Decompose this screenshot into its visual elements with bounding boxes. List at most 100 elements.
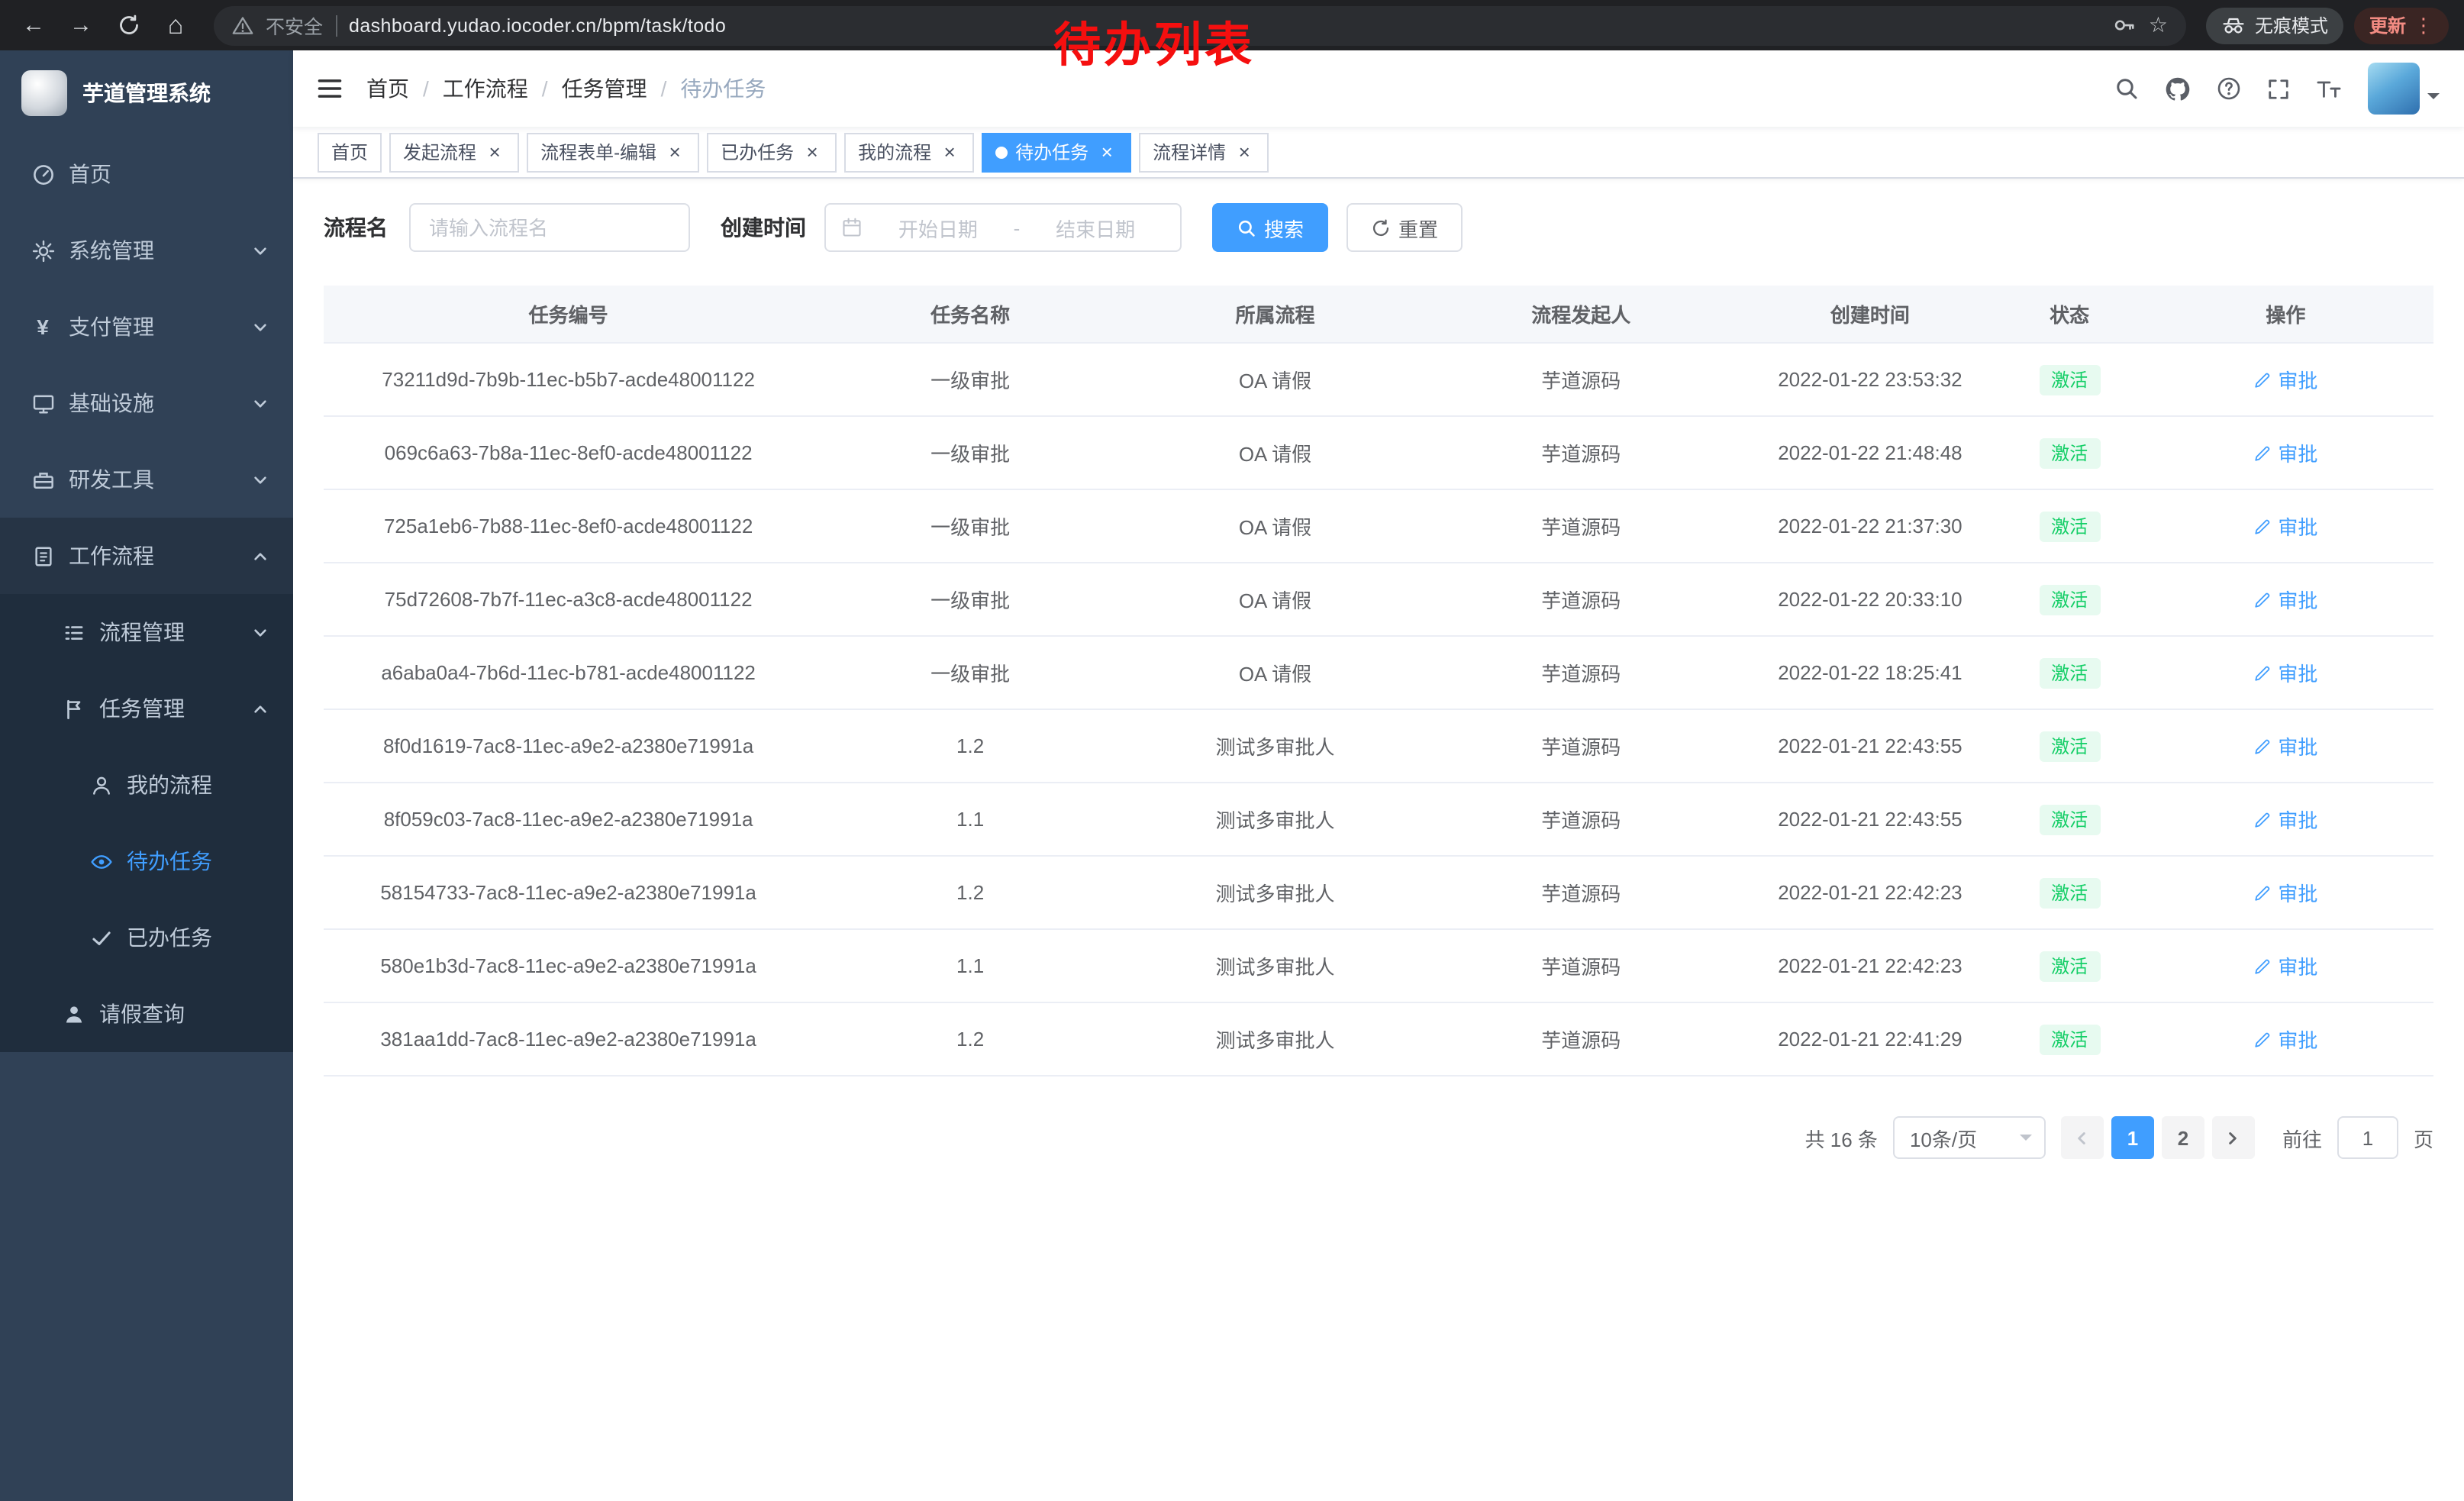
approve-link[interactable]: 审批	[2253, 512, 2317, 541]
approve-link[interactable]: 审批	[2253, 438, 2317, 467]
start-date-placeholder[interactable]: 开始日期	[869, 213, 1008, 242]
search-icon[interactable]	[2114, 76, 2139, 101]
approve-link[interactable]: 审批	[2253, 658, 2317, 687]
search-button-label: 搜索	[1264, 213, 1304, 242]
sidebar-item-payment-mgmt[interactable]: ¥支付管理	[0, 289, 293, 365]
end-date-placeholder[interactable]: 结束日期	[1026, 213, 1165, 242]
close-icon[interactable]: ×	[1096, 141, 1118, 163]
cell-status: 激活	[2001, 951, 2138, 981]
page-button-1[interactable]: 1	[2111, 1116, 2154, 1159]
sidebar-item-dev-tools[interactable]: 研发工具	[0, 441, 293, 518]
sidebar-item-home[interactable]: 首页	[0, 136, 293, 212]
goto-page-input[interactable]	[2337, 1116, 2398, 1159]
sidebar-item-process-mgmt[interactable]: 流程管理	[0, 594, 293, 670]
back-icon[interactable]: ←	[15, 7, 52, 44]
sidebar-item-done-task[interactable]: 已办任务	[0, 899, 293, 976]
fullscreen-icon[interactable]	[2267, 77, 2290, 100]
security-label: 不安全	[266, 11, 323, 40]
refresh-icon[interactable]	[110, 7, 147, 44]
cell-initiator: 芋道源码	[1423, 438, 1740, 467]
tab-2[interactable]: 流程表单-编辑 ×	[527, 132, 699, 172]
breadcrumb-separator: /	[423, 76, 429, 101]
sidebar-item-workflow[interactable]: 工作流程	[0, 518, 293, 594]
tab-3[interactable]: 已办任务×	[707, 132, 837, 172]
incognito-label: 无痕模式	[2255, 12, 2328, 38]
incognito-badge: 无痕模式	[2206, 7, 2343, 44]
cell-task-name: 1.1	[813, 954, 1127, 977]
search-button[interactable]: 搜索	[1212, 203, 1328, 252]
github-icon[interactable]	[2165, 76, 2191, 102]
tab-0[interactable]: 首页	[318, 132, 382, 172]
create-time-label: 创建时间	[721, 212, 806, 243]
tab-6[interactable]: 流程详情×	[1139, 132, 1269, 172]
update-button[interactable]: 更新 ⋮	[2354, 7, 2449, 44]
star-icon[interactable]: ☆	[2149, 12, 2168, 38]
cell-task-name: 1.1	[813, 808, 1127, 831]
help-icon[interactable]	[2217, 76, 2241, 101]
sidebar-item-infrastructure[interactable]: 基础设施	[0, 365, 293, 441]
date-range-picker[interactable]: 开始日期 - 结束日期	[824, 203, 1182, 252]
key-icon[interactable]	[2114, 14, 2137, 37]
menu-dots-icon[interactable]: ⋮	[2414, 13, 2433, 37]
sidebar-item-todo-task[interactable]: 待办任务	[0, 823, 293, 899]
edit-icon	[2253, 883, 2272, 902]
approve-link[interactable]: 审批	[2253, 365, 2317, 394]
breadcrumb-item[interactable]: 首页	[366, 73, 409, 104]
edit-icon	[2253, 370, 2272, 389]
tab-label: 流程表单-编辑	[540, 139, 656, 165]
sidebar-item-leave-query[interactable]: 请假查询	[0, 976, 293, 1052]
tab-1[interactable]: 发起流程×	[389, 132, 519, 172]
sidebar-item-my-process[interactable]: 我的流程	[0, 747, 293, 823]
approve-link[interactable]: 审批	[2253, 878, 2317, 907]
approve-link[interactable]: 审批	[2253, 1025, 2317, 1054]
cell-task-name: 一级审批	[813, 585, 1127, 614]
process-name-input[interactable]	[409, 203, 690, 252]
table-row: 58154733-7ac8-11ec-a9e2-a2380e71991a1.2测…	[324, 857, 2433, 930]
cell-action: 审批	[2138, 805, 2433, 834]
breadcrumb-item[interactable]: 工作流程	[443, 73, 528, 104]
chevron-down-icon	[252, 318, 269, 335]
cell-created: 2022-01-21 22:41:29	[1740, 1028, 2001, 1051]
tab-5[interactable]: 待办任务×	[982, 132, 1131, 172]
approve-link[interactable]: 审批	[2253, 585, 2317, 614]
home-icon[interactable]: ⌂	[157, 7, 194, 44]
table-row: 725a1eb6-7b88-11ec-8ef0-acde48001122一级审批…	[324, 490, 2433, 563]
next-page-button[interactable]	[2212, 1116, 2255, 1159]
user-avatar[interactable]	[2368, 63, 2440, 115]
chevron-down-icon	[252, 395, 269, 412]
reset-button[interactable]: 重置	[1346, 203, 1463, 252]
app-root: ← → ⌂ 不安全 dashboard.yudao.iocoder.cn/bpm…	[0, 0, 2464, 1501]
update-label: 更新	[2369, 12, 2406, 38]
close-icon[interactable]: ×	[939, 141, 960, 163]
tags-bar: 首页发起流程×流程表单-编辑×已办任务×我的流程×待办任务×流程详情×	[293, 127, 2464, 179]
forward-icon[interactable]: →	[63, 7, 99, 44]
breadcrumb: 首页/工作流程/任务管理/待办任务	[366, 73, 766, 104]
sidebar-item-label: 工作流程	[69, 541, 154, 571]
tab-4[interactable]: 我的流程×	[844, 132, 974, 172]
sidebar-item-system-mgmt[interactable]: 系统管理	[0, 212, 293, 289]
sidebar-item-task-mgmt[interactable]: 任务管理	[0, 670, 293, 747]
prev-page-button[interactable]	[2061, 1116, 2104, 1159]
close-icon[interactable]: ×	[664, 141, 685, 163]
cell-task-id: 73211d9d-7b9b-11ec-b5b7-acde48001122	[324, 368, 813, 391]
cell-status: 激活	[2001, 437, 2138, 468]
approve-link[interactable]: 审批	[2253, 805, 2317, 834]
page-size-select[interactable]: 10条/页	[1893, 1116, 2046, 1159]
yen-icon: ¥	[31, 316, 55, 337]
approve-link[interactable]: 审批	[2253, 731, 2317, 760]
edit-icon	[2253, 517, 2272, 535]
cell-action: 审批	[2138, 951, 2433, 980]
close-icon[interactable]: ×	[1234, 141, 1255, 163]
pagination: 共 16 条 10条/页 12 前往 页	[324, 1116, 2433, 1159]
sidebar-item-label: 流程管理	[99, 617, 185, 647]
hamburger-icon[interactable]	[293, 50, 366, 127]
page-button-2[interactable]: 2	[2162, 1116, 2204, 1159]
close-icon[interactable]: ×	[801, 141, 823, 163]
breadcrumb-separator: /	[661, 76, 667, 101]
cell-process: OA 请假	[1127, 365, 1423, 394]
cell-status: 激活	[2001, 804, 2138, 834]
close-icon[interactable]: ×	[484, 141, 505, 163]
breadcrumb-item[interactable]: 任务管理	[562, 73, 647, 104]
approve-link[interactable]: 审批	[2253, 951, 2317, 980]
font-size-icon[interactable]	[2316, 77, 2342, 100]
